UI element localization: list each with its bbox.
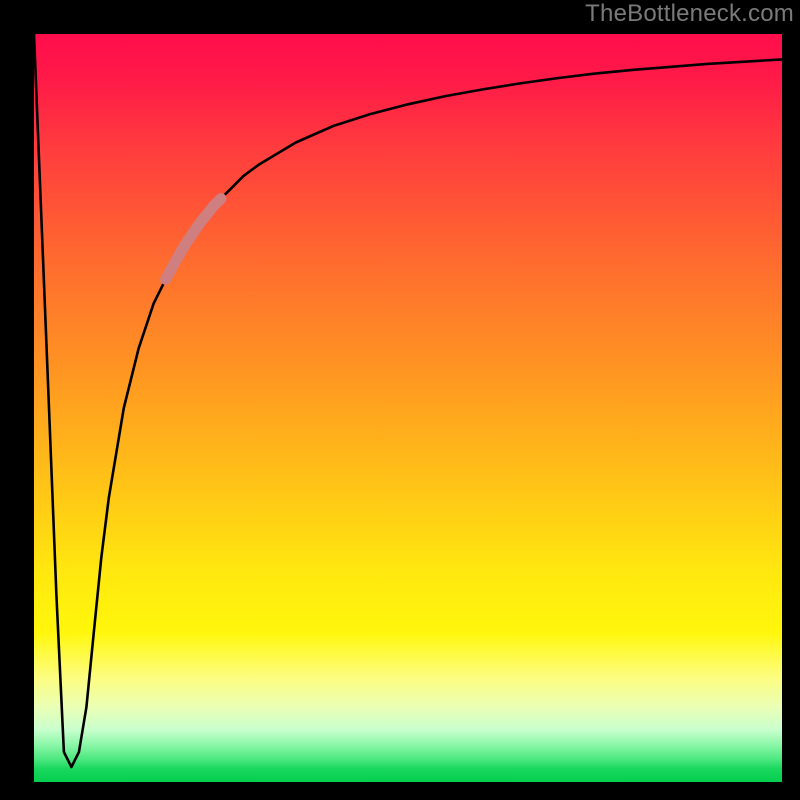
curve-svg xyxy=(34,34,782,782)
bottleneck-curve xyxy=(34,34,782,767)
chart-frame: TheBottleneck.com xyxy=(0,0,800,800)
highlight-segment xyxy=(176,199,221,261)
plot-area xyxy=(34,34,782,782)
watermark-text: TheBottleneck.com xyxy=(585,0,794,28)
highlight-dot xyxy=(166,263,175,279)
